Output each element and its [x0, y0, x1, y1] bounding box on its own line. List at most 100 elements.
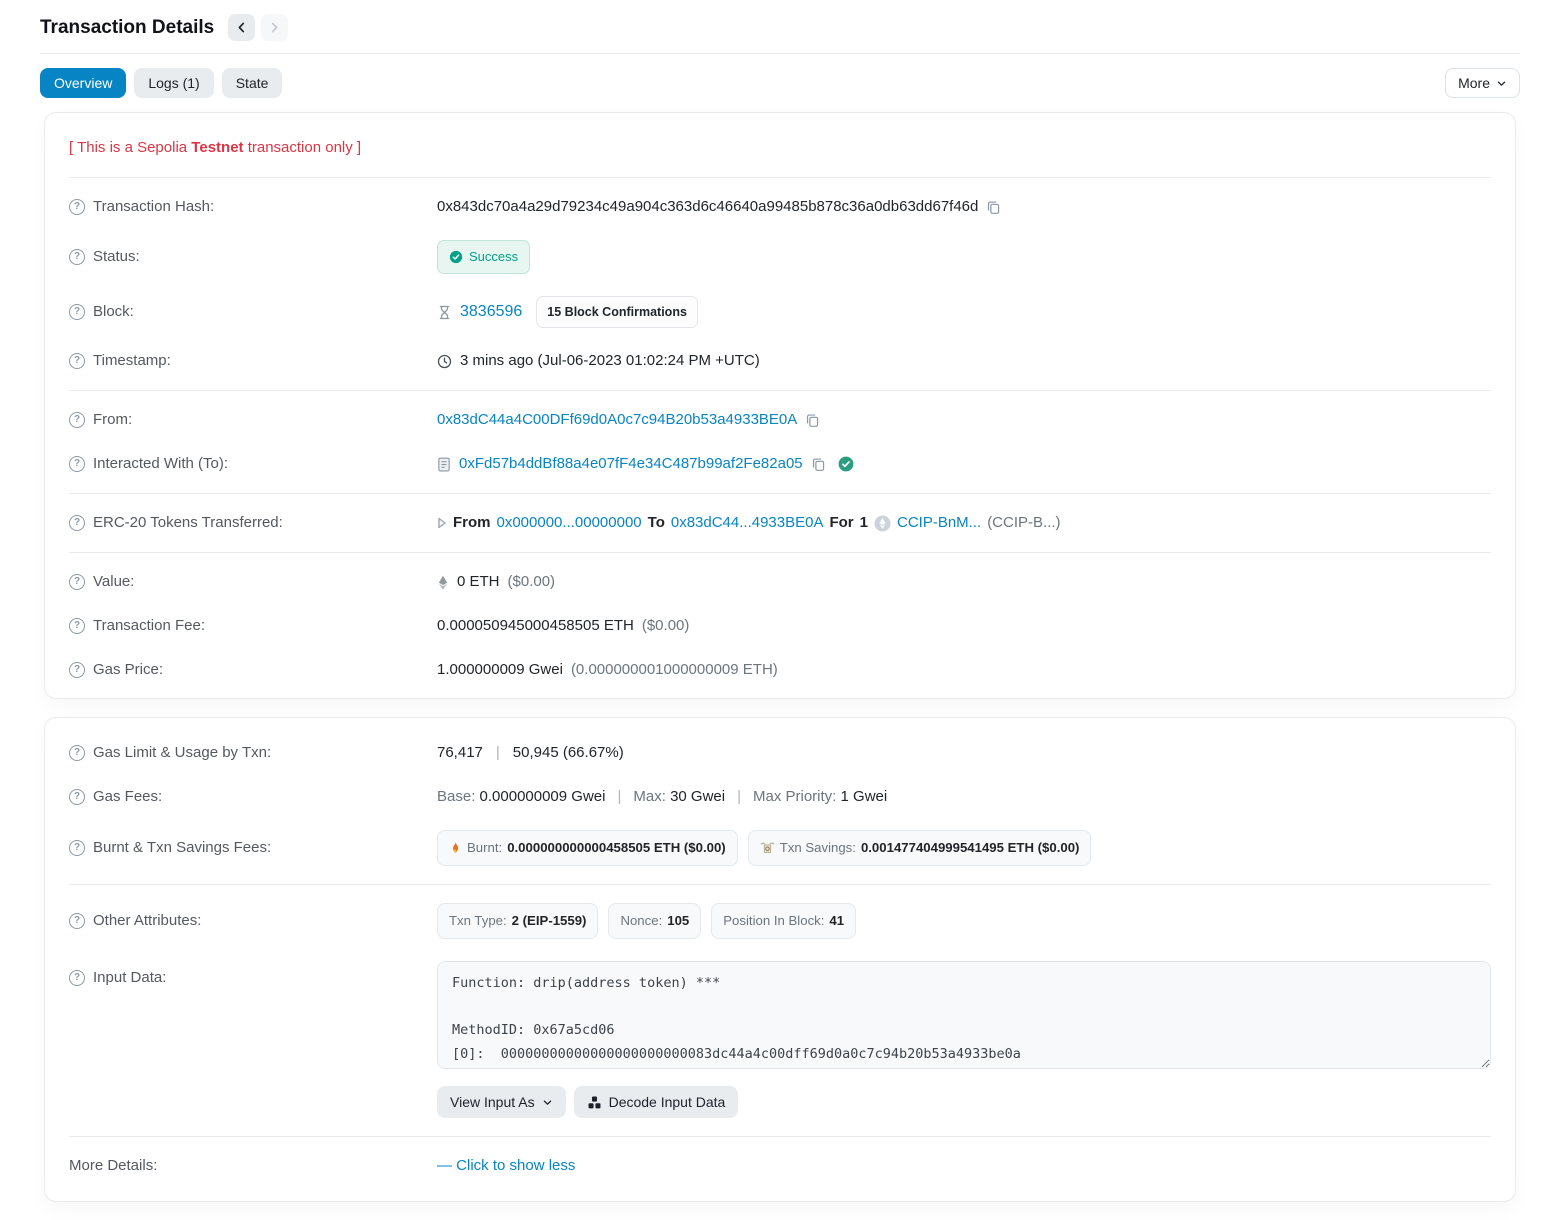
tab-logs[interactable]: Logs (1) — [134, 68, 213, 98]
copy-icon[interactable] — [986, 200, 1001, 215]
question-icon[interactable]: ? — [69, 574, 85, 590]
pagination-nav — [228, 14, 288, 41]
txn-type-badge: Txn Type: 2 (EIP-1559) — [437, 903, 598, 939]
timestamp-value: 3 mins ago (Jul-06-2023 01:02:24 PM +UTC… — [460, 350, 760, 372]
gas-fees-label: Gas Fees: — [93, 786, 162, 808]
decode-cubes-icon — [587, 1095, 602, 1110]
show-less-link[interactable]: — Click to show less — [437, 1155, 575, 1177]
page: Transaction Details Overview Logs (1) St… — [0, 0, 1560, 1202]
question-icon[interactable]: ? — [69, 913, 85, 929]
row-other-attributes: ? Other Attributes: Txn Type: 2 (EIP-155… — [69, 892, 1491, 950]
question-icon[interactable]: ? — [69, 199, 85, 215]
gas-limit-label: Gas Limit & Usage by Txn: — [93, 742, 271, 764]
page-title: Transaction Details — [40, 17, 214, 39]
row-block: ? Block: 3836596 15 Block Confirmations — [69, 285, 1491, 339]
question-icon[interactable]: ? — [69, 662, 85, 678]
chevron-down-icon — [1496, 78, 1507, 89]
row-interacted-with: ? Interacted With (To): 0xFd57b4ddBf88a4… — [69, 442, 1491, 486]
base-fee-label: Base: — [437, 786, 475, 808]
row-value: ? Value: 0 ETH ($0.00) — [69, 560, 1491, 604]
hourglass-icon — [437, 305, 452, 320]
block-number-link[interactable]: 3836596 — [460, 301, 522, 323]
transaction-fee-label: Transaction Fee: — [93, 615, 205, 637]
max-fee-value: 30 Gwei — [670, 786, 725, 808]
flame-icon — [449, 841, 462, 856]
more-details-label: More Details: — [69, 1155, 157, 1177]
position-in-block-badge: Position In Block: 41 — [711, 903, 856, 939]
row-transaction-hash: ? Transaction Hash: 0x843dc70a4a29d79234… — [69, 185, 1491, 229]
transfer-from-address[interactable]: 0x000000...00000000 — [497, 512, 642, 534]
chevron-down-icon — [542, 1097, 553, 1108]
row-more-details: More Details: — Click to show less — [69, 1144, 1491, 1195]
question-icon[interactable]: ? — [69, 618, 85, 634]
question-icon[interactable]: ? — [69, 745, 85, 761]
previous-transaction-button[interactable] — [228, 14, 255, 41]
burnt-badge: Burnt: 0.000000000000458505 ETH ($0.00) — [437, 830, 738, 866]
question-icon[interactable]: ? — [69, 515, 85, 531]
transfer-amount: 1 — [860, 512, 868, 534]
tab-state[interactable]: State — [222, 68, 283, 98]
check-circle-icon — [449, 250, 463, 264]
question-icon[interactable]: ? — [69, 304, 85, 320]
more-dropdown-button[interactable]: More — [1445, 68, 1520, 98]
transfer-from-label: From — [453, 512, 491, 534]
timestamp-label: Timestamp: — [93, 350, 171, 372]
verified-check-icon — [838, 456, 854, 472]
question-icon[interactable]: ? — [69, 412, 85, 428]
other-attributes-label: Other Attributes: — [93, 910, 201, 932]
question-icon[interactable]: ? — [69, 249, 85, 265]
row-erc20-transfers: ? ERC-20 Tokens Transferred: From 0x0000… — [69, 501, 1491, 545]
decode-input-data-button[interactable]: Decode Input Data — [574, 1086, 739, 1118]
more-label: More — [1458, 75, 1490, 91]
input-data-actions: View Input As Decode Input Data — [437, 1086, 1491, 1118]
eth-icon — [437, 575, 449, 590]
copy-icon[interactable] — [805, 413, 820, 428]
transfer-for-label: For — [829, 512, 853, 534]
divider — [69, 884, 1491, 885]
from-label: From: — [93, 409, 132, 431]
tab-list: Overview Logs (1) State — [40, 68, 282, 98]
tab-overview[interactable]: Overview — [40, 68, 126, 98]
from-address-link[interactable]: 0x83dC44a4C00DFf69d0A0c7c94B20b53a4933BE… — [437, 409, 797, 431]
row-transaction-fee: ? Transaction Fee: 0.000050945000458505 … — [69, 604, 1491, 648]
transfer-to-label: To — [648, 512, 665, 534]
txn-savings-value: 0.001477404999541495 ETH ($0.00) — [861, 837, 1080, 859]
transaction-fee-amount: 0.000050945000458505 ETH — [437, 615, 634, 637]
divider — [69, 493, 1491, 494]
burnt-label: Burnt: — [467, 837, 502, 859]
gas-price-eth: (0.000000001000000009 ETH) — [571, 659, 778, 681]
value-amount: 0 ETH — [457, 571, 500, 593]
divider — [69, 177, 1491, 178]
input-data-label: Input Data: — [93, 967, 166, 989]
question-icon[interactable]: ? — [69, 353, 85, 369]
page-header: Transaction Details — [40, 0, 1520, 53]
transfer-to-address[interactable]: 0x83dC44...4933BE0A — [671, 512, 824, 534]
money-wings-icon — [760, 841, 775, 855]
block-label: Block: — [93, 301, 134, 323]
max-fee-label: Max: — [633, 786, 666, 808]
divider — [69, 1136, 1491, 1137]
status-label: Status: — [93, 246, 140, 268]
next-transaction-button[interactable] — [261, 14, 288, 41]
interacted-with-label: Interacted With (To): — [93, 453, 228, 475]
question-icon[interactable]: ? — [69, 456, 85, 472]
base-fee-value: 0.000000009 Gwei — [480, 786, 606, 808]
caret-right-icon — [437, 517, 447, 529]
divider — [69, 390, 1491, 391]
max-priority-label: Max Priority: — [753, 786, 836, 808]
input-data-textarea[interactable]: Function: drip(address token) *** Method… — [437, 961, 1491, 1069]
view-input-as-button[interactable]: View Input As — [437, 1086, 566, 1118]
question-icon[interactable]: ? — [69, 840, 85, 856]
question-icon[interactable]: ? — [69, 789, 85, 805]
chevron-left-icon — [235, 21, 248, 34]
copy-icon[interactable] — [811, 457, 826, 472]
txn-savings-badge: Txn Savings: 0.001477404999541495 ETH ($… — [748, 830, 1092, 866]
to-contract-link[interactable]: 0xFd57b4ddBf88a4e07fF4e34C487b99af2Fe82a… — [459, 453, 803, 475]
txn-savings-label: Txn Savings: — [780, 837, 856, 859]
token-name-link[interactable]: CCIP-BnM... — [897, 512, 981, 534]
erc20-label: ERC-20 Tokens Transferred: — [93, 512, 283, 534]
transaction-hash-value: 0x843dc70a4a29d79234c49a904c363d6c46640a… — [437, 196, 978, 218]
testnet-warning: [ This is a Sepolia Testnet transaction … — [69, 119, 1491, 170]
question-icon[interactable]: ? — [69, 970, 85, 986]
token-symbol: (CCIP-B...) — [987, 512, 1060, 534]
